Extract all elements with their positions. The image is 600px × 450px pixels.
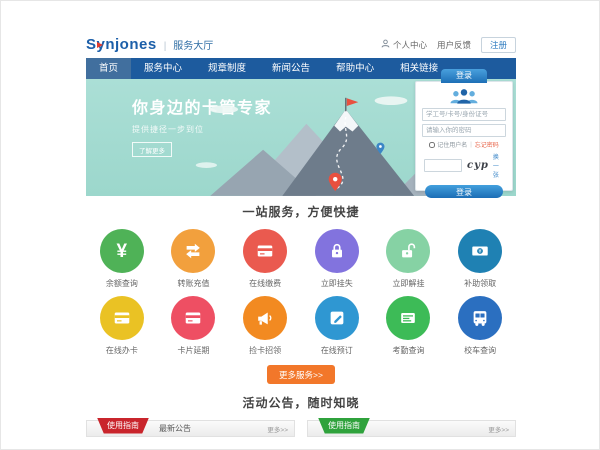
banknote-icon: ¥ [458, 229, 502, 273]
forgot-password-link[interactable]: 忘记密码 [475, 140, 499, 149]
service-label: 立即解挂 [373, 278, 445, 289]
service-label: 转账充值 [158, 278, 230, 289]
panel-right-header: 使用指南 更多>> [307, 420, 516, 437]
nav-item-service-center[interactable]: 服务中心 [131, 58, 195, 79]
personal-center-link[interactable]: 个人中心 [393, 39, 427, 51]
login-options: 记住用户名 | 忘记密码 [416, 140, 512, 149]
captcha-input[interactable] [424, 159, 462, 172]
remember-checkbox[interactable] [429, 142, 435, 148]
login-panel: 登录 记住用户名 | 忘记密码 cyp 换一张 [415, 81, 513, 191]
user-feedback-link[interactable]: 用户反馈 [437, 39, 471, 51]
service-subsidy-collect[interactable]: ¥ 补助领取 [444, 229, 516, 289]
top-bar: Synjones | 服务大厅 个人中心 用户反馈 注册 [86, 31, 516, 58]
service-transfer-recharge[interactable]: 转账充值 [158, 229, 230, 289]
announcement-panel-left: 使用指南 最新公告 更多>> [86, 420, 295, 437]
service-attendance-inquiry[interactable]: 考勤查询 [373, 296, 445, 356]
service-report-loss[interactable]: 立即挂失 [301, 229, 373, 289]
announcements-title: 活动公告，随时知晓 [86, 394, 516, 411]
transfer-icon [171, 229, 215, 273]
password-input[interactable] [422, 124, 506, 137]
megaphone-icon [243, 296, 287, 340]
service-label: 捡卡招领 [229, 345, 301, 356]
service-label: 补助领取 [444, 278, 516, 289]
service-online-card-apply[interactable]: 在线办卡 [86, 296, 158, 356]
services-section: 一站服务，方便快捷 ¥ 余额查询 转账充值 在线缴费 [86, 196, 516, 384]
top-links: 个人中心 用户反馈 注册 [381, 37, 516, 53]
service-label: 在线预订 [301, 345, 373, 356]
nav-item-rules[interactable]: 规章制度 [195, 58, 259, 79]
more-link-right[interactable]: 更多>> [488, 424, 509, 434]
captcha-row: cyp 换一张 [424, 152, 504, 179]
unlock-icon [386, 229, 430, 273]
edit-icon [315, 296, 359, 340]
service-label: 卡片延期 [158, 345, 230, 356]
panel-left-header: 使用指南 最新公告 更多>> [86, 420, 295, 437]
options-separator: | [470, 142, 472, 148]
page-canvas: Synjones | 服务大厅 个人中心 用户反馈 注册 首页 服务中心 规章制… [0, 0, 600, 450]
service-label: 校车查询 [444, 345, 516, 356]
captcha-refresh-link[interactable]: 换一张 [493, 152, 504, 179]
nav-item-help[interactable]: 帮助中心 [323, 58, 387, 79]
brand-divider: | [164, 41, 167, 52]
service-school-bus-inquiry[interactable]: 校车查询 [444, 296, 516, 356]
service-label: 考勤查询 [373, 345, 445, 356]
card-icon [100, 296, 144, 340]
mountain-illustration [191, 90, 441, 196]
more-link-left[interactable]: 更多>> [267, 424, 288, 434]
hero-banner: 你身边的卡管专家 提供捷径一步到位 了解更多 [86, 79, 516, 196]
page-content: Synjones | 服务大厅 个人中心 用户反馈 注册 首页 服务中心 规章制… [86, 31, 516, 437]
service-label: 立即挂失 [301, 278, 373, 289]
portal-name: 服务大厅 [173, 37, 213, 52]
login-submit-button[interactable]: 登录 [425, 185, 503, 198]
usage-guide-ribbon[interactable]: 使用指南 [97, 418, 149, 434]
service-label: 在线办卡 [86, 345, 158, 356]
card-icon [171, 296, 215, 340]
announcements-section: 活动公告，随时知晓 使用指南 最新公告 更多>> 使用指南 更多>> [86, 384, 516, 437]
login-tab[interactable]: 登录 [441, 69, 487, 83]
hero-cta-button[interactable]: 了解更多 [132, 142, 172, 157]
yuan-icon: ¥ [100, 229, 144, 273]
bus-icon [458, 296, 502, 340]
service-card-extension[interactable]: 卡片延期 [158, 296, 230, 356]
more-services-button[interactable]: 更多服务>> [267, 365, 335, 384]
users-group-icon [446, 87, 482, 105]
usage-guide-ribbon[interactable]: 使用指南 [318, 418, 370, 434]
attendance-icon [386, 296, 430, 340]
announcement-panels: 使用指南 最新公告 更多>> 使用指南 更多>> [86, 420, 516, 437]
service-found-card-claim[interactable]: 捡卡招领 [229, 296, 301, 356]
service-online-payment[interactable]: 在线缴费 [229, 229, 301, 289]
services-grid: ¥ 余额查询 转账充值 在线缴费 [86, 229, 516, 356]
synjones-logo: Synjones [86, 36, 157, 53]
service-unfreeze[interactable]: 立即解挂 [373, 229, 445, 289]
services-title: 一站服务，方便快捷 [86, 203, 516, 220]
lock-icon [315, 229, 359, 273]
nav-item-home[interactable]: 首页 [86, 58, 131, 79]
captcha-image[interactable]: cyp [467, 160, 489, 171]
card-icon [243, 229, 287, 273]
service-label: 余额查询 [86, 278, 158, 289]
svg-text:¥: ¥ [479, 249, 482, 255]
username-input[interactable] [422, 108, 506, 121]
service-balance-inquiry[interactable]: ¥ 余额查询 [86, 229, 158, 289]
service-label: 在线缴费 [229, 278, 301, 289]
person-icon [381, 39, 390, 50]
nav-item-news[interactable]: 新闻公告 [259, 58, 323, 79]
brand: Synjones | 服务大厅 [86, 36, 213, 53]
register-button[interactable]: 注册 [481, 37, 516, 53]
service-online-booking[interactable]: 在线预订 [301, 296, 373, 356]
announcement-panel-right: 使用指南 更多>> [307, 420, 516, 437]
latest-announcements-tab[interactable]: 最新公告 [159, 423, 191, 434]
remember-label: 记住用户名 [437, 140, 467, 149]
